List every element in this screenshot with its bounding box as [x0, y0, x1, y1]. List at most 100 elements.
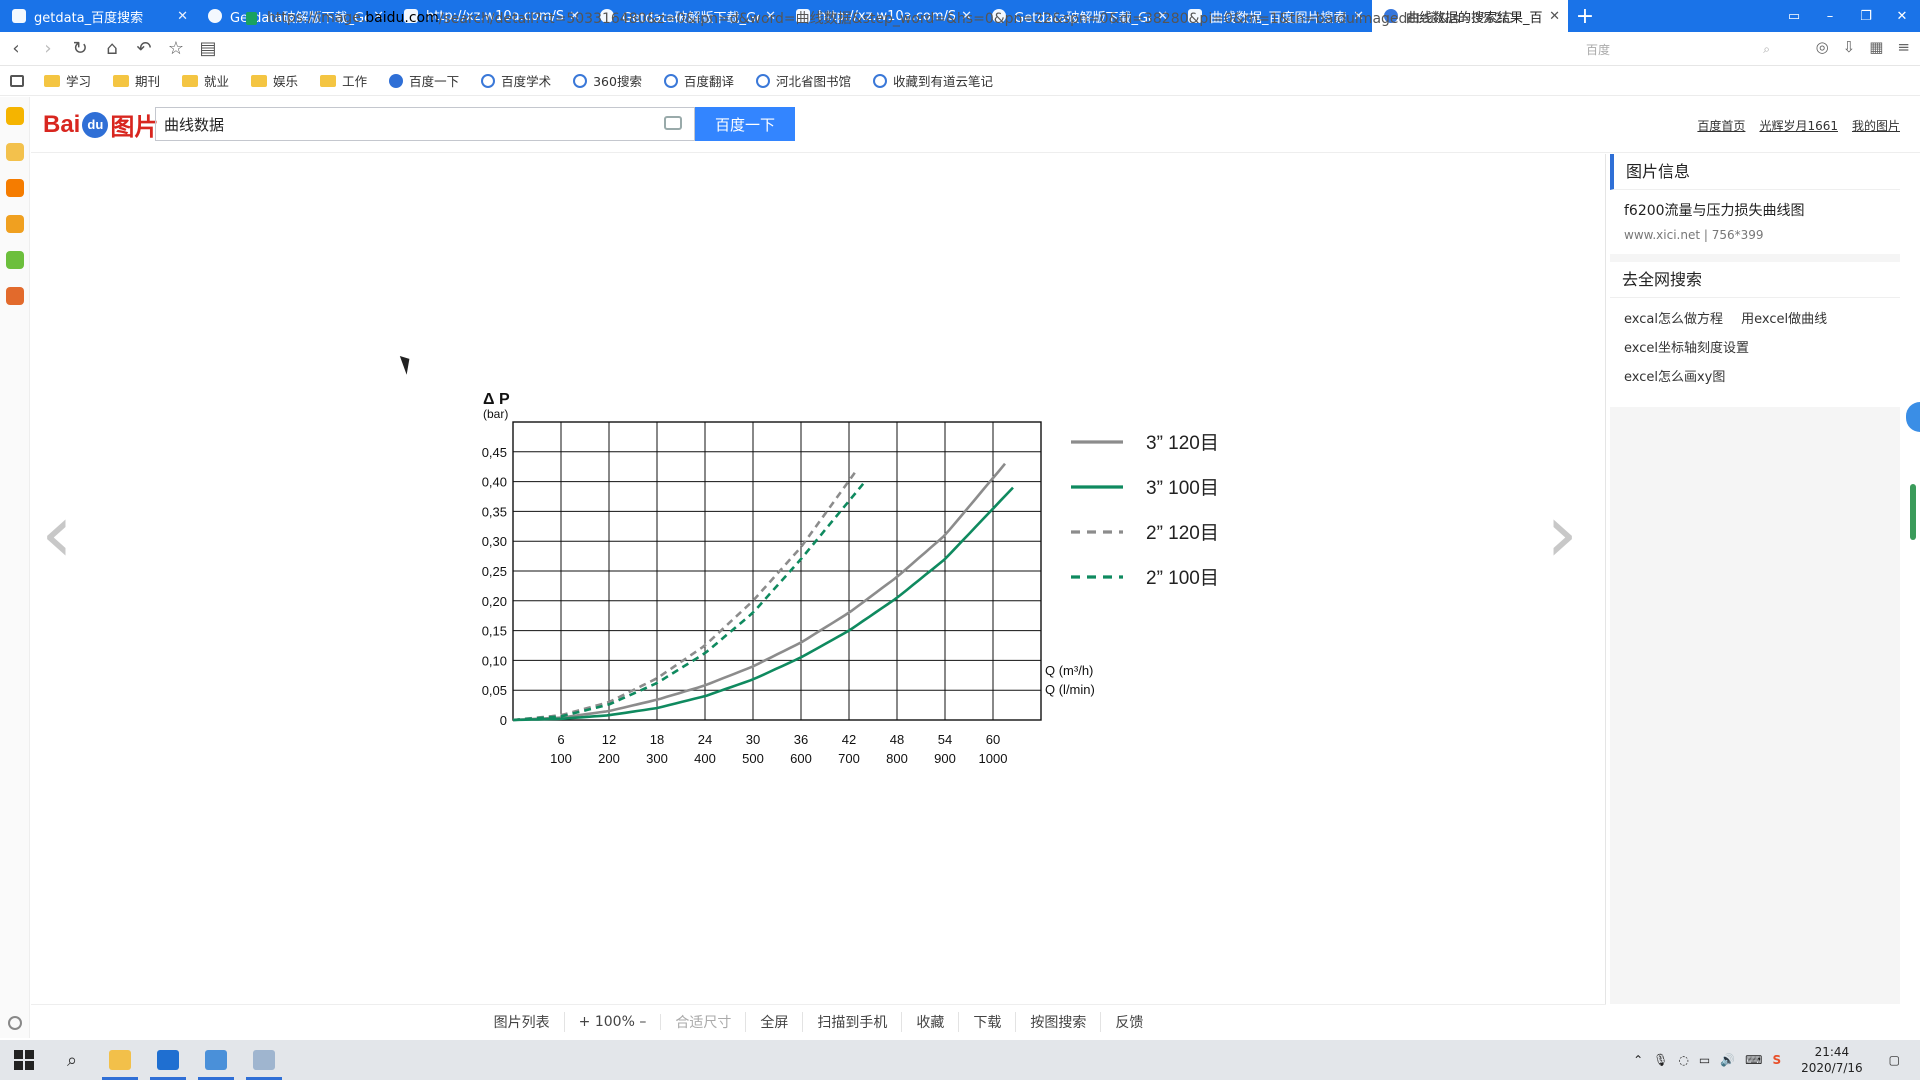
- browser-tab[interactable]: getdata_百度搜索 ✕: [0, 0, 196, 32]
- start-button[interactable]: [0, 1040, 48, 1080]
- download-button[interactable]: 下载: [959, 1011, 1017, 1032]
- user-menu-link[interactable]: 光辉岁月1661: [1759, 117, 1838, 134]
- search-icon[interactable]: ⌕: [1763, 42, 1770, 57]
- system-tray: ⌃ 🎙 ◌ ▭ 🔊 ⌨ S 21:44 2020/7/16 ▢: [1633, 1040, 1900, 1080]
- bookmark-item[interactable]: 期刊: [113, 71, 160, 90]
- search-by-image-button[interactable]: 按图搜索: [1016, 1011, 1102, 1032]
- getdata-taskbar-icon[interactable]: [240, 1040, 288, 1080]
- engine-search-field[interactable]: 百度 ⌕: [1578, 38, 1778, 60]
- apps-icon[interactable]: ▦: [1869, 38, 1883, 56]
- weibo-icon[interactable]: [5, 215, 24, 233]
- action-center-icon[interactable]: ▢: [1889, 1053, 1900, 1067]
- camera-icon[interactable]: [664, 116, 682, 130]
- bookmark-item[interactable]: 学习: [44, 71, 91, 90]
- clock[interactable]: 21:44 2020/7/16: [1801, 1044, 1863, 1076]
- image-meta: www.xici.net | 756*399: [1624, 228, 1886, 242]
- favorite-star-icon[interactable]: ☆: [160, 32, 192, 66]
- image-search-field[interactable]: [155, 107, 695, 141]
- sogou-icon[interactable]: S: [1772, 1053, 1781, 1067]
- tab-close-icon[interactable]: ✕: [1549, 9, 1560, 24]
- reload-button[interactable]: ↻: [64, 32, 96, 66]
- app-icon[interactable]: [144, 1040, 192, 1080]
- url-field[interactable]: https://image. baidu.com/search/detail?ct…: [246, 6, 1526, 30]
- browser-taskbar-icon[interactable]: [192, 1040, 240, 1080]
- download-icon[interactable]: ⇩: [1843, 38, 1856, 56]
- baidu-home-link[interactable]: 百度首页: [1697, 117, 1745, 134]
- legend-label: 2” 100目: [1146, 568, 1219, 589]
- back-button[interactable]: ‹: [0, 32, 32, 66]
- y-axis-unit: (bar): [483, 407, 508, 421]
- bookmark-item[interactable]: 收藏到有道云笔记: [873, 71, 993, 90]
- suggestion-link[interactable]: excal怎么做方程: [1624, 312, 1723, 327]
- suggestion-link[interactable]: excel怎么画xy图: [1624, 370, 1725, 385]
- chat-icon[interactable]: [5, 251, 24, 269]
- sidebar-toggle-icon[interactable]: ▭: [1776, 0, 1812, 32]
- suggestion-link[interactable]: excel坐标轴刻度设置: [1624, 341, 1749, 356]
- reader-icon[interactable]: ▤: [192, 32, 224, 66]
- menu-icon[interactable]: ≡: [1897, 38, 1910, 56]
- fit-size-button[interactable]: 合适尺寸: [661, 1011, 747, 1032]
- previous-image-arrow-icon[interactable]: ‹: [41, 494, 81, 574]
- restore-button[interactable]: ❐: [1848, 0, 1884, 32]
- bookmark-item[interactable]: 娱乐: [251, 71, 298, 90]
- x-secondary-tick-label: 400: [694, 751, 716, 766]
- zoom-control[interactable]: + 100% –: [565, 1013, 662, 1030]
- fullscreen-button[interactable]: 全屏: [746, 1011, 804, 1032]
- settings-gear-icon[interactable]: [8, 1016, 22, 1030]
- x-primary-tick-label: 36: [794, 732, 808, 747]
- bookmark-item[interactable]: 百度翻译: [663, 71, 734, 90]
- scrollbar-thumb[interactable]: [1910, 484, 1916, 540]
- close-window-button[interactable]: ✕: [1884, 0, 1920, 32]
- y-tick-label: 0,40: [482, 475, 507, 490]
- bookmark-item[interactable]: 工作: [320, 71, 367, 90]
- baidu-logo[interactable]: Bai du 图片: [43, 107, 158, 142]
- new-tab-button[interactable]: +: [1568, 0, 1602, 32]
- bookmarks-toggle-icon[interactable]: [10, 74, 24, 87]
- favorites-icon[interactable]: [5, 107, 24, 125]
- bookmark-item[interactable]: 百度一下: [389, 71, 459, 90]
- bookmark-item[interactable]: 百度学术: [481, 71, 551, 90]
- notes-icon[interactable]: [5, 143, 24, 161]
- my-images-link[interactable]: 我的图片: [1852, 117, 1900, 134]
- x-secondary-tick-label: 900: [934, 751, 956, 766]
- rss-icon[interactable]: [5, 179, 24, 197]
- image-source[interactable]: www.xici.net: [1624, 228, 1700, 242]
- minimize-button[interactable]: –: [1812, 0, 1848, 32]
- search-button[interactable]: 百度一下: [695, 107, 795, 141]
- bookmark-item[interactable]: 就业: [182, 71, 229, 90]
- floating-bubble-icon[interactable]: [1906, 402, 1920, 432]
- microphone-icon[interactable]: 🎙: [1653, 1053, 1668, 1067]
- file-explorer-icon[interactable]: [96, 1040, 144, 1080]
- image-search-input[interactable]: [164, 115, 644, 133]
- image-info-title: 图片信息: [1610, 154, 1900, 190]
- pressure-loss-chart[interactable]: Δ P (bar) 0 0,05 0,10 0,15 0,20 0,25 0,30 0,35 0…: [431, 384, 1281, 794]
- forward-button[interactable]: ›: [32, 32, 64, 66]
- ime-icon[interactable]: ⌨: [1745, 1053, 1762, 1067]
- scan-to-phone-button[interactable]: 扫描到手机: [803, 1011, 903, 1032]
- y-tick-label: 0: [500, 713, 507, 728]
- x-secondary-tick-label: 800: [886, 751, 908, 766]
- favorite-button[interactable]: 收藏: [902, 1011, 960, 1032]
- image-description[interactable]: f6200流量与压力损失曲线图: [1624, 200, 1886, 220]
- suggestion-row: excel坐标轴刻度设置: [1624, 337, 1886, 356]
- notification-icon[interactable]: ◌: [1678, 1053, 1688, 1067]
- home-button[interactable]: ⌂: [96, 32, 128, 66]
- suggestion-link[interactable]: 用excel做曲线: [1741, 312, 1827, 327]
- viewer-toolbar: 图片列表 + 100% – 合适尺寸 全屏 扫描到手机 收藏 下载 按图搜索 反…: [31, 1004, 1606, 1038]
- folder-icon: [44, 74, 60, 87]
- game-icon[interactable]: [5, 287, 24, 305]
- network-icon[interactable]: ▭: [1699, 1053, 1710, 1067]
- feedback-button[interactable]: 反馈: [1101, 1012, 1157, 1032]
- next-image-arrow-icon[interactable]: ›: [1546, 494, 1586, 574]
- x-primary-tick-label: 54: [938, 732, 952, 747]
- message-icon[interactable]: ◎: [1816, 38, 1829, 56]
- logo-bai: Bai: [43, 110, 81, 138]
- bookmark-item[interactable]: 河北省图书馆: [755, 71, 851, 90]
- tray-expand-icon[interactable]: ⌃: [1633, 1053, 1643, 1067]
- undo-close-button[interactable]: ↶: [128, 32, 160, 66]
- bookmark-item[interactable]: 360搜索: [573, 71, 642, 90]
- search-taskbar-icon[interactable]: ⌕: [48, 1040, 96, 1080]
- volume-icon[interactable]: 🔊: [1720, 1053, 1735, 1067]
- tab-close-icon[interactable]: ✕: [177, 9, 188, 24]
- image-list-button[interactable]: 图片列表: [480, 1011, 565, 1032]
